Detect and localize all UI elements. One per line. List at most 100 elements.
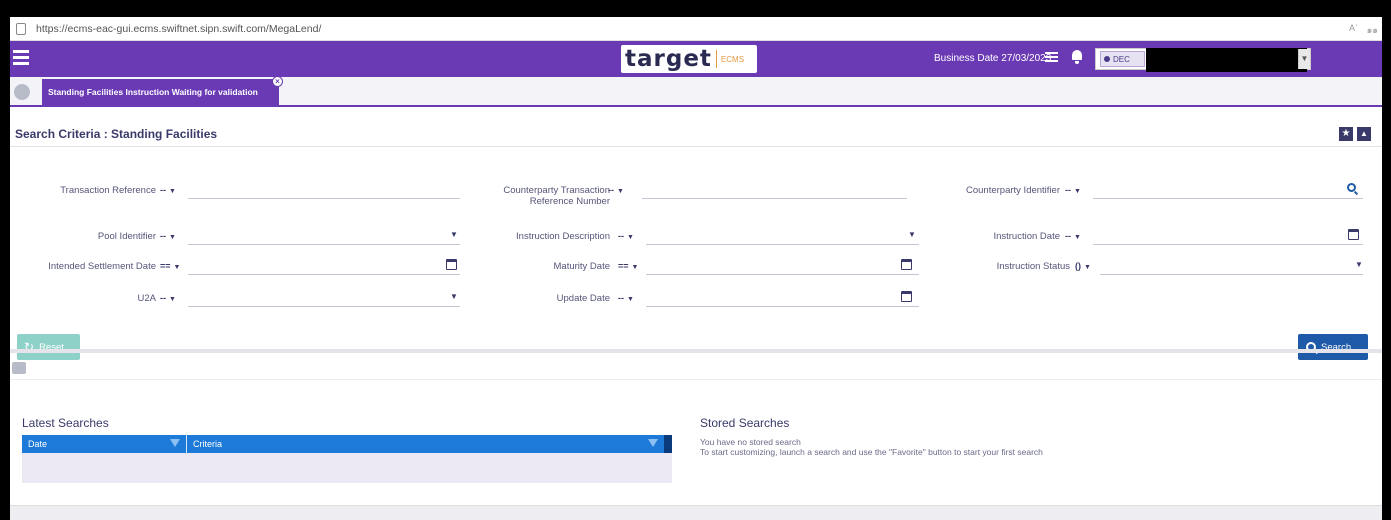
- browser-frame: https://ecms-eac-gui.ecms.swiftnet.sipn.…: [10, 17, 1382, 520]
- field-label: Pool Identifier: [97, 231, 156, 242]
- operator-select[interactable]: -- ▼: [160, 185, 176, 195]
- divider: [10, 349, 1382, 353]
- table-scrollbar[interactable]: [664, 435, 672, 453]
- operator-select[interactable]: () ▼: [1075, 261, 1091, 271]
- stored-searches-hint: To start customizing, launch a search an…: [700, 447, 1043, 457]
- field-label: Instruction Description: [516, 231, 610, 242]
- divider: [10, 146, 1382, 147]
- transaction-reference-input[interactable]: [188, 198, 460, 199]
- field-instruction-description: Instruction Description -- ▼ ▼: [470, 227, 920, 247]
- close-icon[interactable]: ×: [272, 76, 283, 87]
- calendar-icon[interactable]: [901, 259, 912, 270]
- calendar-icon[interactable]: [1348, 229, 1359, 240]
- stored-searches-empty: You have no stored search: [700, 437, 801, 447]
- logo-subtext: ECMS: [720, 54, 745, 64]
- table-header: Date Criteria: [22, 435, 672, 453]
- update-date-input[interactable]: [646, 306, 919, 307]
- cp-transaction-reference-input[interactable]: [642, 198, 907, 199]
- user-dropdown[interactable]: DEC ▼: [1095, 48, 1311, 72]
- field-update-date: Update Date -- ▼: [470, 289, 920, 309]
- read-aloud-icon[interactable]: Aʿ: [1349, 23, 1358, 33]
- search-panel: Search Criteria : Standing Facilities ★ …: [10, 109, 1382, 360]
- operator-select[interactable]: == ▼: [160, 261, 180, 271]
- field-label: Intended Settlement Date: [48, 261, 156, 272]
- operator-select[interactable]: -- ▼: [1065, 231, 1081, 241]
- field-label: Maturity Date: [553, 261, 611, 272]
- menu-icon[interactable]: [13, 50, 29, 66]
- field-cp-transaction-reference: Counterparty Transaction Reference Number…: [470, 181, 920, 207]
- chevron-down-icon[interactable]: ▼: [1298, 49, 1310, 69]
- logo-text: target: [625, 46, 712, 72]
- latest-searches-title: Latest Searches: [22, 416, 109, 430]
- operator-select[interactable]: == ▼: [618, 261, 638, 271]
- app-header: target ECMS Business Date 27/03/2023 DEC…: [10, 41, 1382, 77]
- tab-bar: Standing Facilities Instruction Waiting …: [10, 76, 1382, 107]
- column-header-date[interactable]: Date: [22, 435, 187, 453]
- favorite-star-icon[interactable]: ★: [1339, 127, 1353, 141]
- url-text[interactable]: https://ecms-eac-gui.ecms.swiftnet.sipn.…: [36, 23, 321, 35]
- search-button[interactable]: Search: [1298, 334, 1368, 360]
- field-label: Counterparty Identifier: [966, 185, 1060, 196]
- user-badge: DEC: [1100, 51, 1145, 67]
- operator-select[interactable]: -- ▼: [618, 231, 634, 241]
- logo-divider: [715, 50, 717, 68]
- field-label: Update Date: [556, 293, 610, 304]
- calendar-icon[interactable]: [901, 291, 912, 302]
- field-label: Counterparty Transaction Reference Number: [503, 185, 610, 207]
- bell-icon[interactable]: [1071, 50, 1083, 64]
- page-title: Search Criteria : Standing Facilities: [15, 127, 218, 141]
- latest-searches-table: Date Criteria: [22, 435, 672, 483]
- collapse-icon[interactable]: ▲: [1357, 127, 1371, 141]
- app-logo: target ECMS: [621, 45, 757, 73]
- field-instruction-date: Instruction Date -- ▼: [920, 227, 1370, 247]
- field-transaction-reference: Transaction Reference -- ▼: [10, 181, 470, 201]
- filter-icon[interactable]: [648, 439, 658, 447]
- operator-select[interactable]: -- ▼: [608, 185, 624, 195]
- operator-select[interactable]: -- ▼: [160, 231, 176, 241]
- stored-searches-title: Stored Searches: [700, 416, 790, 430]
- chevron-down-icon[interactable]: ▼: [450, 230, 458, 239]
- tools-icon[interactable]: [12, 362, 26, 374]
- column-header-criteria[interactable]: Criteria: [187, 435, 664, 453]
- field-label: Instruction Date: [993, 231, 1060, 242]
- filter-icon[interactable]: [170, 439, 180, 447]
- calendar-icon[interactable]: [446, 259, 457, 270]
- chevron-down-icon[interactable]: ▼: [1355, 260, 1363, 269]
- page-icon: [16, 22, 26, 35]
- field-pool-identifier: Pool Identifier -- ▼ ▼: [10, 227, 470, 247]
- chevron-down-icon[interactable]: ▼: [908, 230, 916, 239]
- field-label: Transaction Reference: [60, 185, 156, 196]
- field-counterparty-identifier: Counterparty Identifier -- ▼: [920, 181, 1370, 201]
- field-label: Instruction Status: [996, 261, 1070, 272]
- field-instruction-status: Instruction Status () ▼ ▼: [920, 257, 1370, 277]
- instruction-status-select[interactable]: [1100, 274, 1363, 275]
- pool-identifier-select[interactable]: [188, 244, 460, 245]
- footer-bar: [10, 505, 1382, 520]
- maturity-date-input[interactable]: [646, 274, 919, 275]
- field-maturity-date: Maturity Date == ▼: [470, 257, 920, 277]
- counterparty-identifier-input[interactable]: [1093, 198, 1363, 199]
- operator-select[interactable]: -- ▼: [618, 293, 634, 303]
- tab-standing-facilities[interactable]: Standing Facilities Instruction Waiting …: [42, 76, 283, 105]
- chevron-down-icon[interactable]: ▼: [450, 292, 458, 301]
- business-date: Business Date 27/03/2023: [934, 53, 1052, 64]
- extensions-icon[interactable]: ๑๑: [1367, 23, 1378, 37]
- divider: [10, 379, 1382, 380]
- operator-select[interactable]: -- ▼: [1065, 185, 1081, 195]
- list-icon[interactable]: [1045, 52, 1058, 63]
- u2a-select[interactable]: [188, 306, 460, 307]
- operator-select[interactable]: -- ▼: [160, 293, 176, 303]
- user-label: DEC: [1113, 54, 1130, 64]
- instruction-description-select[interactable]: [646, 244, 919, 245]
- reset-button[interactable]: ↻ Reset: [17, 334, 80, 360]
- search-icon[interactable]: [1347, 183, 1356, 192]
- intended-settlement-date-input[interactable]: [188, 274, 460, 275]
- field-label: U2A: [137, 293, 156, 304]
- address-bar[interactable]: https://ecms-eac-gui.ecms.swiftnet.sipn.…: [10, 17, 1382, 41]
- field-intended-settlement-date: Intended Settlement Date == ▼: [10, 257, 470, 277]
- dashboard-icon[interactable]: [14, 84, 30, 100]
- redacted-block: [1146, 48, 1307, 72]
- instruction-date-input[interactable]: [1093, 244, 1363, 245]
- user-icon: [1104, 56, 1110, 62]
- field-u2a: U2A -- ▼ ▼: [10, 289, 470, 309]
